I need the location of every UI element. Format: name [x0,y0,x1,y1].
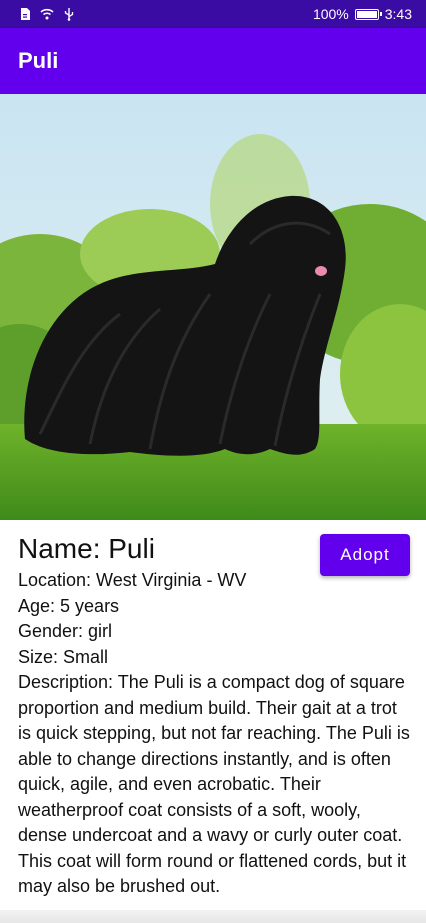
status-time: 3:43 [384,6,412,22]
pet-description: Description: The Puli is a compact dog o… [18,672,410,896]
pet-age: Age: 5 years [18,595,120,616]
bottom-toast-strip [0,910,426,923]
status-right-group: 100% 3:43 [313,6,412,22]
status-left-icons [18,7,76,21]
battery-percent: 100% [312,6,349,22]
dog-photo [0,94,426,520]
app-bar: Puli [0,28,426,94]
pet-details: Name: Puli Location: West Virginia - WV … [18,532,414,900]
adopt-button[interactable]: Adopt [320,534,410,576]
usb-icon [62,7,76,21]
wifi-icon [40,7,54,21]
pet-gender: Gender: girl [18,621,113,641]
battery-icon [354,8,382,20]
status-bar: 100% 3:43 [0,0,426,28]
pet-size: Size: Small [18,646,109,667]
document-icon [18,7,32,21]
page-title: Puli [18,48,59,73]
